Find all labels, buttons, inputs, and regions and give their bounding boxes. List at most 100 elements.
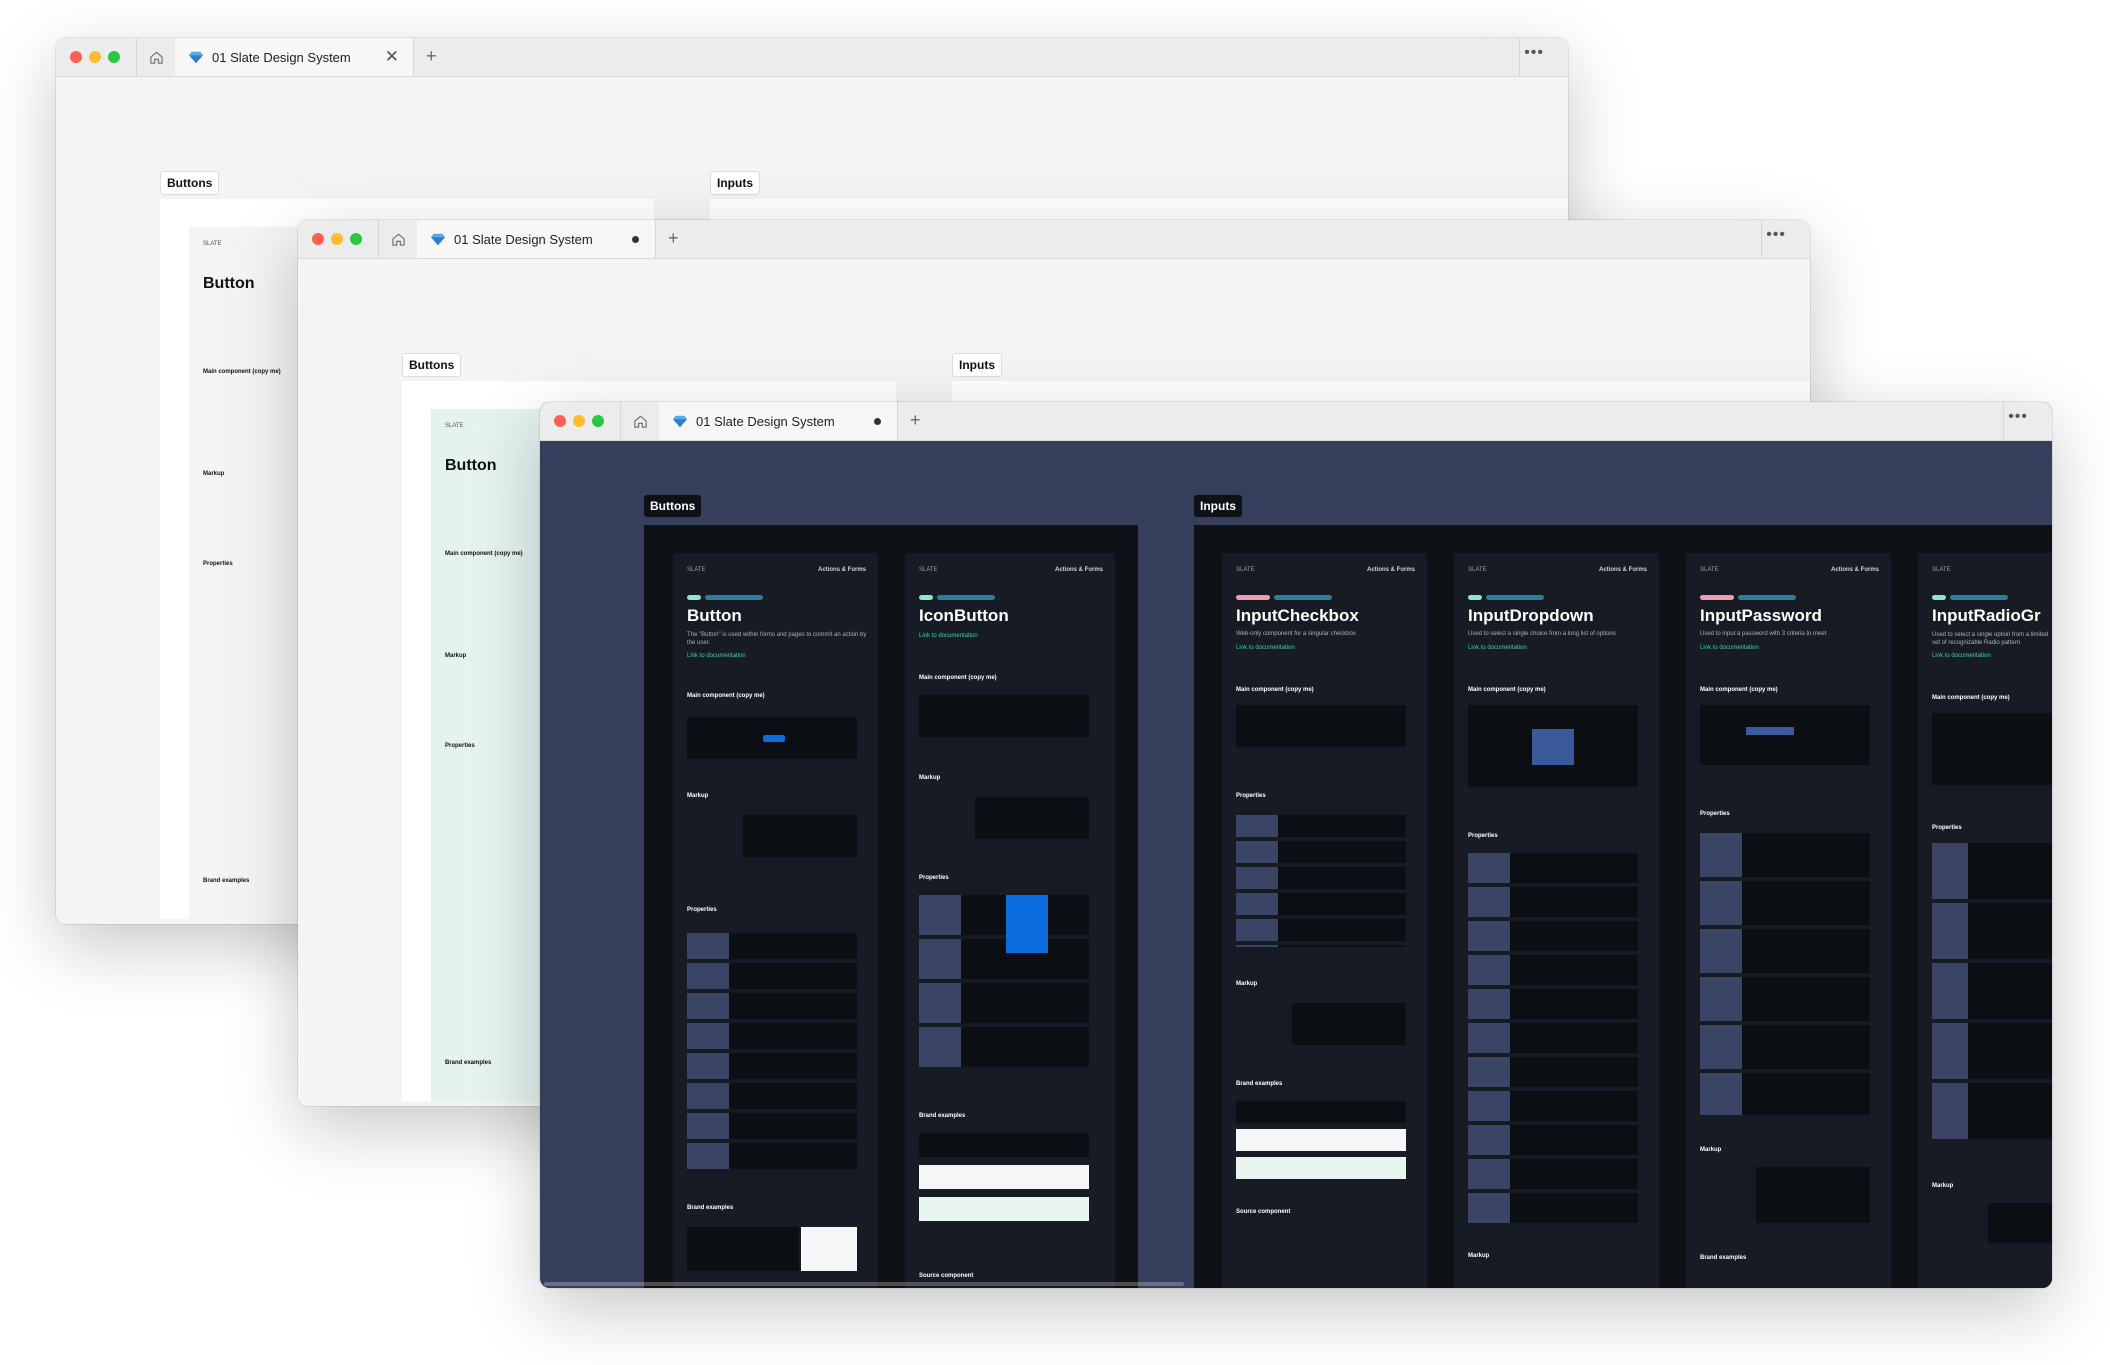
close-window-button[interactable] (554, 415, 566, 427)
component-description: Web-only component for a singular checkb… (1236, 631, 1356, 637)
documentation-link[interactable]: Link to documentation (1700, 645, 1759, 651)
section-heading: Markup (919, 775, 941, 781)
new-tab-button[interactable]: + (668, 228, 679, 249)
section-heading: Markup (1932, 1183, 1954, 1189)
markup-preview (1988, 1203, 2052, 1243)
documentation-link[interactable]: Link to documentation (1236, 645, 1295, 651)
component-title: InputPassword (1700, 606, 1822, 625)
dropdown-sample (1532, 729, 1574, 765)
section-label-inputs: Inputs (1194, 495, 1242, 517)
documentation-link[interactable]: Link to documentation (919, 633, 978, 639)
documentation-link[interactable]: Link to documentation (687, 653, 746, 659)
section-heading: Markup (1700, 1147, 1722, 1153)
home-button[interactable] (136, 38, 176, 76)
browser-window-front: 01 Slate Design System + ••• Buttons Inp… (540, 402, 2052, 1288)
more-options-button[interactable]: ••• (1761, 220, 1810, 258)
section-heading: Main component (copy me) (1700, 687, 1778, 693)
section-heading: Main component (copy me) (1236, 687, 1314, 693)
documentation-link[interactable]: Link to documentation (1932, 653, 1991, 659)
component-description: Used to select a single option from a li… (1932, 632, 2049, 646)
home-button[interactable] (620, 402, 660, 440)
minimize-window-button[interactable] (331, 233, 343, 245)
component-title: InputCheckbox (1236, 606, 1359, 625)
category-label: Actions & Forms (1598, 567, 1647, 573)
status-badge (1950, 595, 2008, 600)
component-description: Used to select a single choice from a lo… (1468, 631, 1616, 637)
icon-button-card: SLATE Actions & Forms IconButton Link to… (905, 553, 1115, 1288)
brand-label: SLATE (203, 241, 222, 247)
document-tab[interactable]: 01 Slate Design System (659, 402, 898, 440)
section-heading: Properties (1932, 825, 1962, 831)
status-badge (1486, 595, 1544, 600)
section-heading: Markup (203, 471, 225, 477)
section-heading: Main component (copy me) (1932, 695, 2010, 701)
minimize-window-button[interactable] (573, 415, 585, 427)
close-tab-icon[interactable]: ✕ (385, 47, 399, 67)
main-component-preview (919, 695, 1089, 737)
canvas[interactable]: Buttons Inputs SLATE Actions & Forms But… (540, 441, 2052, 1288)
more-options-button[interactable]: ••• (2003, 402, 2052, 440)
component-title: InputRadioGr (1932, 606, 2041, 625)
more-options-button[interactable]: ••• (1519, 38, 1568, 76)
section-heading: Main component (copy me) (919, 675, 997, 681)
more-icon: ••• (2008, 408, 2028, 425)
properties-label-column (1700, 833, 1742, 1115)
new-tab-button[interactable]: + (426, 46, 437, 67)
component-title: Button (445, 457, 497, 474)
brand-examples-grid (1236, 1101, 1406, 1181)
status-badge (1274, 595, 1332, 600)
minimize-window-button[interactable] (89, 51, 101, 63)
component-title: IconButton (919, 606, 1009, 625)
home-button[interactable] (378, 220, 418, 258)
section-heading: Source component (919, 1273, 974, 1279)
maximize-window-button[interactable] (108, 51, 120, 63)
section-heading: Properties (1468, 833, 1498, 839)
status-badge (1700, 595, 1734, 600)
documentation-link[interactable]: Link to documentation (1468, 645, 1527, 651)
brand-label: SLATE (1932, 567, 1951, 573)
horizontal-scrollbar[interactable] (544, 1282, 1184, 1286)
brand-label: SLATE (1236, 567, 1255, 573)
section-heading: Source component (1236, 1209, 1291, 1215)
brand-example-dark (743, 1227, 799, 1271)
section-heading: Main component (copy me) (687, 693, 765, 699)
document-tab[interactable]: 01 Slate Design System ✕ (175, 38, 414, 76)
close-window-button[interactable] (70, 51, 82, 63)
category-label: Actions & Forms (817, 567, 866, 573)
category-label: Actions & Forms (1054, 567, 1103, 573)
section-label-buttons: Buttons (160, 171, 220, 195)
section-heading: Properties (687, 907, 717, 913)
section-heading: Main component (copy me) (1468, 687, 1546, 693)
close-window-button[interactable] (312, 233, 324, 245)
markup-preview (743, 815, 857, 857)
home-icon (149, 51, 163, 64)
status-badge (919, 595, 933, 600)
new-tab-button[interactable]: + (910, 410, 921, 431)
title-bar: 01 Slate Design System ✕ + ••• (56, 38, 1568, 77)
status-badge (1468, 595, 1482, 600)
brand-examples-grid (919, 1133, 1089, 1229)
status-badge (1932, 595, 1946, 600)
password-field-sample (1746, 727, 1794, 735)
markup-preview (975, 797, 1089, 839)
category-label: Actions & Forms (1366, 567, 1415, 573)
tab-title: 01 Slate Design System (212, 49, 351, 65)
maximize-window-button[interactable] (350, 233, 362, 245)
properties-label-column (1932, 843, 1968, 1143)
document-tab[interactable]: 01 Slate Design System (417, 220, 656, 258)
component-title: InputDropdown (1468, 606, 1594, 625)
inputs-frame: SLATE Actions & Forms InputCheckbox Web-… (1194, 525, 2052, 1288)
section-heading: Properties (445, 743, 475, 749)
section-label-buttons: Buttons (402, 353, 462, 377)
tab-title: 01 Slate Design System (454, 231, 593, 247)
input-password-card: SLATE Actions & Forms InputPassword Used… (1686, 553, 1891, 1288)
unsaved-indicator (632, 236, 639, 243)
section-heading: Properties (203, 561, 233, 567)
section-heading: Brand examples (445, 1060, 492, 1066)
maximize-window-button[interactable] (592, 415, 604, 427)
component-description: Used to input a password with 3 criteria… (1700, 631, 1827, 637)
section-heading: Brand examples (1700, 1255, 1747, 1261)
home-icon (391, 233, 405, 246)
section-heading: Main component (copy me) (445, 551, 523, 557)
component-description: The "Button" is used within forms and pa… (687, 632, 867, 646)
